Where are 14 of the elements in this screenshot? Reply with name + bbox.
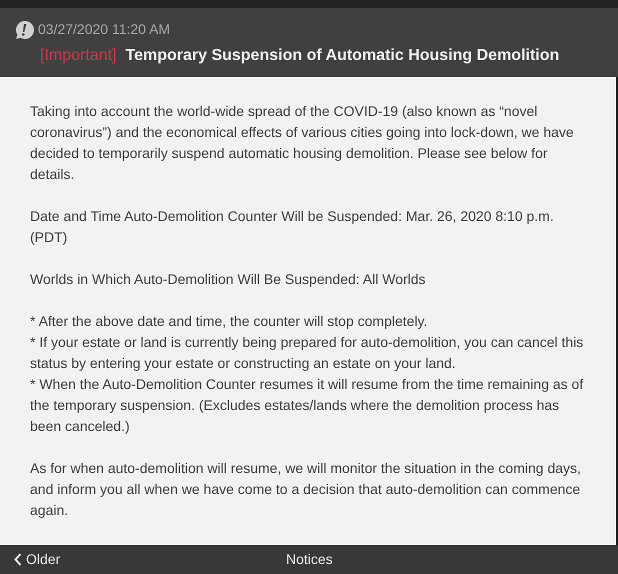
bullet-text: * If your estate or land is currently being prepared for auto-demolition, you can cancel this status by entering your estate or constructing an estate on your land. <box>30 333 584 373</box>
notice-date: 03/27/2020 11:20 AM <box>38 20 170 39</box>
older-button[interactable]: Older <box>0 549 60 570</box>
paragraph: Taking into account the world-wide spread of the COVID-19 (also known as “novel coronavirus”) and the economical effects of various cities going into lock-down, we have decided to temporarily suspend automatic housing demolition. Please see below for details. <box>30 102 575 184</box>
paragraph: Worlds in Which Auto-Demolition Will Be Suspended: All Worlds <box>30 270 427 289</box>
bullet-text: * After the above date and time, the counter will stop completely. <box>30 312 428 331</box>
paragraph: Date and Time Auto-Demolition Counter Will be Suspended: Mar. 26, 2020 8:10 p.m. (PDT) <box>30 207 555 247</box>
bullet-text: * When the Auto-Demolition Counter resumes it will resume from the time remaining as of the temporary suspension. (Excludes estates/lands where the demolition process has been canceled.) <box>30 375 584 436</box>
alert-icon <box>15 20 35 40</box>
footer-title: Notices <box>286 550 333 569</box>
paragraph: As for when auto-demolition will resume, we will monitor the situation in the coming days, and inform you all when we have come to a decision that auto-demolition can commence again. <box>30 459 582 520</box>
chevron-left-icon <box>14 553 22 566</box>
notice-title: Temporary Suspension of Automatic Housing Demolition <box>125 46 560 66</box>
important-tag: [Important] <box>40 44 116 68</box>
